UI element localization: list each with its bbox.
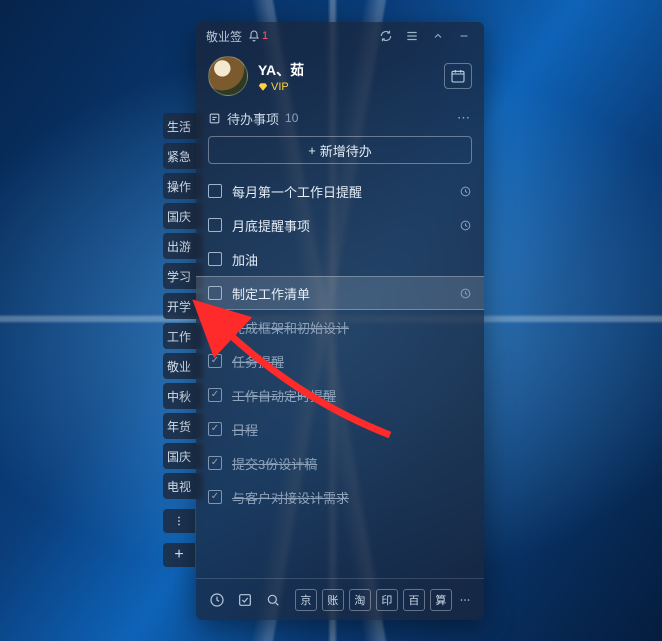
todo-item[interactable]: 提交3份设计稿: [196, 446, 484, 480]
category-more-icon[interactable]: [163, 509, 195, 533]
todo-list: 每月第一个工作日提醒月底提醒事项加油制定工作清单完成框架和初始设计任务提醒工作自…: [196, 174, 484, 578]
app-name: 敬业签: [206, 28, 242, 45]
profile-row: YA、茹 VIP: [196, 50, 484, 106]
clock-icon: [459, 185, 472, 198]
todo-label: 与客户对接设计需求: [232, 488, 472, 507]
quick-link-button[interactable]: 百: [403, 589, 425, 611]
todo-label: 每月第一个工作日提醒: [232, 182, 449, 201]
avatar[interactable]: [208, 56, 248, 96]
todo-item[interactable]: 加油: [196, 242, 484, 276]
todo-item[interactable]: 任务提醒: [196, 344, 484, 378]
app-panel: 敬业签 1 YA、茹 VIP: [196, 22, 484, 620]
notification-count: 1: [262, 30, 268, 42]
todo-label: 日程: [232, 420, 472, 439]
bell-icon: [248, 30, 260, 42]
todo-item[interactable]: 月底提醒事项: [196, 208, 484, 242]
section-title: 待办事项: [227, 109, 279, 128]
username: YA、茹: [258, 60, 304, 80]
todo-checkbox[interactable]: [208, 218, 222, 232]
calendar-button[interactable]: [444, 63, 472, 89]
category-add-button[interactable]: +: [163, 543, 195, 567]
calendar-icon: [450, 68, 466, 84]
todo-item[interactable]: 制定工作清单: [196, 276, 484, 310]
list-icon: [208, 112, 221, 125]
todo-item[interactable]: 日程: [196, 412, 484, 446]
todo-label: 加油: [232, 250, 472, 269]
quick-link-button[interactable]: 淘: [349, 589, 371, 611]
quick-link-button[interactable]: 算: [430, 589, 452, 611]
minimize-icon[interactable]: [454, 26, 474, 46]
collapse-icon[interactable]: [428, 26, 448, 46]
clock-icon: [459, 219, 472, 232]
todo-checkbox[interactable]: [208, 388, 222, 402]
bottom-more-icon[interactable]: [457, 588, 474, 612]
todo-label: 工作自动定时提醒: [232, 386, 472, 405]
todo-checkbox[interactable]: [208, 490, 222, 504]
section-more-icon[interactable]: ⋯: [457, 110, 472, 126]
todo-checkbox[interactable]: [208, 252, 222, 266]
todo-checkbox[interactable]: [208, 422, 222, 436]
todo-label: 制定工作清单: [232, 284, 449, 303]
todo-checkbox[interactable]: [208, 456, 222, 470]
section-count: 10: [285, 111, 298, 125]
todo-checkbox[interactable]: [208, 320, 222, 334]
todo-checkbox[interactable]: [208, 286, 222, 300]
todo-label: 完成框架和初始设计: [232, 318, 472, 337]
todo-label: 月底提醒事项: [232, 216, 449, 235]
todo-label: 任务提醒: [232, 352, 472, 371]
section-header: 待办事项 10 ⋯: [196, 106, 484, 130]
add-todo-button[interactable]: + 新增待办: [208, 136, 472, 164]
todo-item[interactable]: 完成框架和初始设计: [196, 310, 484, 344]
plus-icon: +: [308, 143, 316, 158]
todo-label: 提交3份设计稿: [232, 454, 472, 473]
completed-icon[interactable]: [234, 588, 257, 612]
vip-label: VIP: [271, 81, 289, 93]
search-icon[interactable]: [262, 588, 285, 612]
titlebar: 敬业签 1: [196, 22, 484, 50]
sync-icon[interactable]: [376, 26, 396, 46]
clock-icon: [459, 287, 472, 300]
vip-badge: VIP: [258, 81, 304, 93]
diamond-icon: [258, 82, 268, 92]
menu-icon[interactable]: [402, 26, 422, 46]
todo-item[interactable]: 每月第一个工作日提醒: [196, 174, 484, 208]
todo-checkbox[interactable]: [208, 354, 222, 368]
quick-link-button[interactable]: 京: [295, 589, 317, 611]
quick-link-button[interactable]: 账: [322, 589, 344, 611]
todo-item[interactable]: 与客户对接设计需求: [196, 480, 484, 514]
history-icon[interactable]: [206, 588, 229, 612]
todo-checkbox[interactable]: [208, 184, 222, 198]
bottom-bar: 京账淘印百算: [196, 578, 484, 620]
todo-item[interactable]: 工作自动定时提醒: [196, 378, 484, 412]
quick-link-button[interactable]: 印: [376, 589, 398, 611]
add-todo-label: 新增待办: [320, 141, 372, 160]
notification-bell[interactable]: 1: [248, 30, 268, 42]
